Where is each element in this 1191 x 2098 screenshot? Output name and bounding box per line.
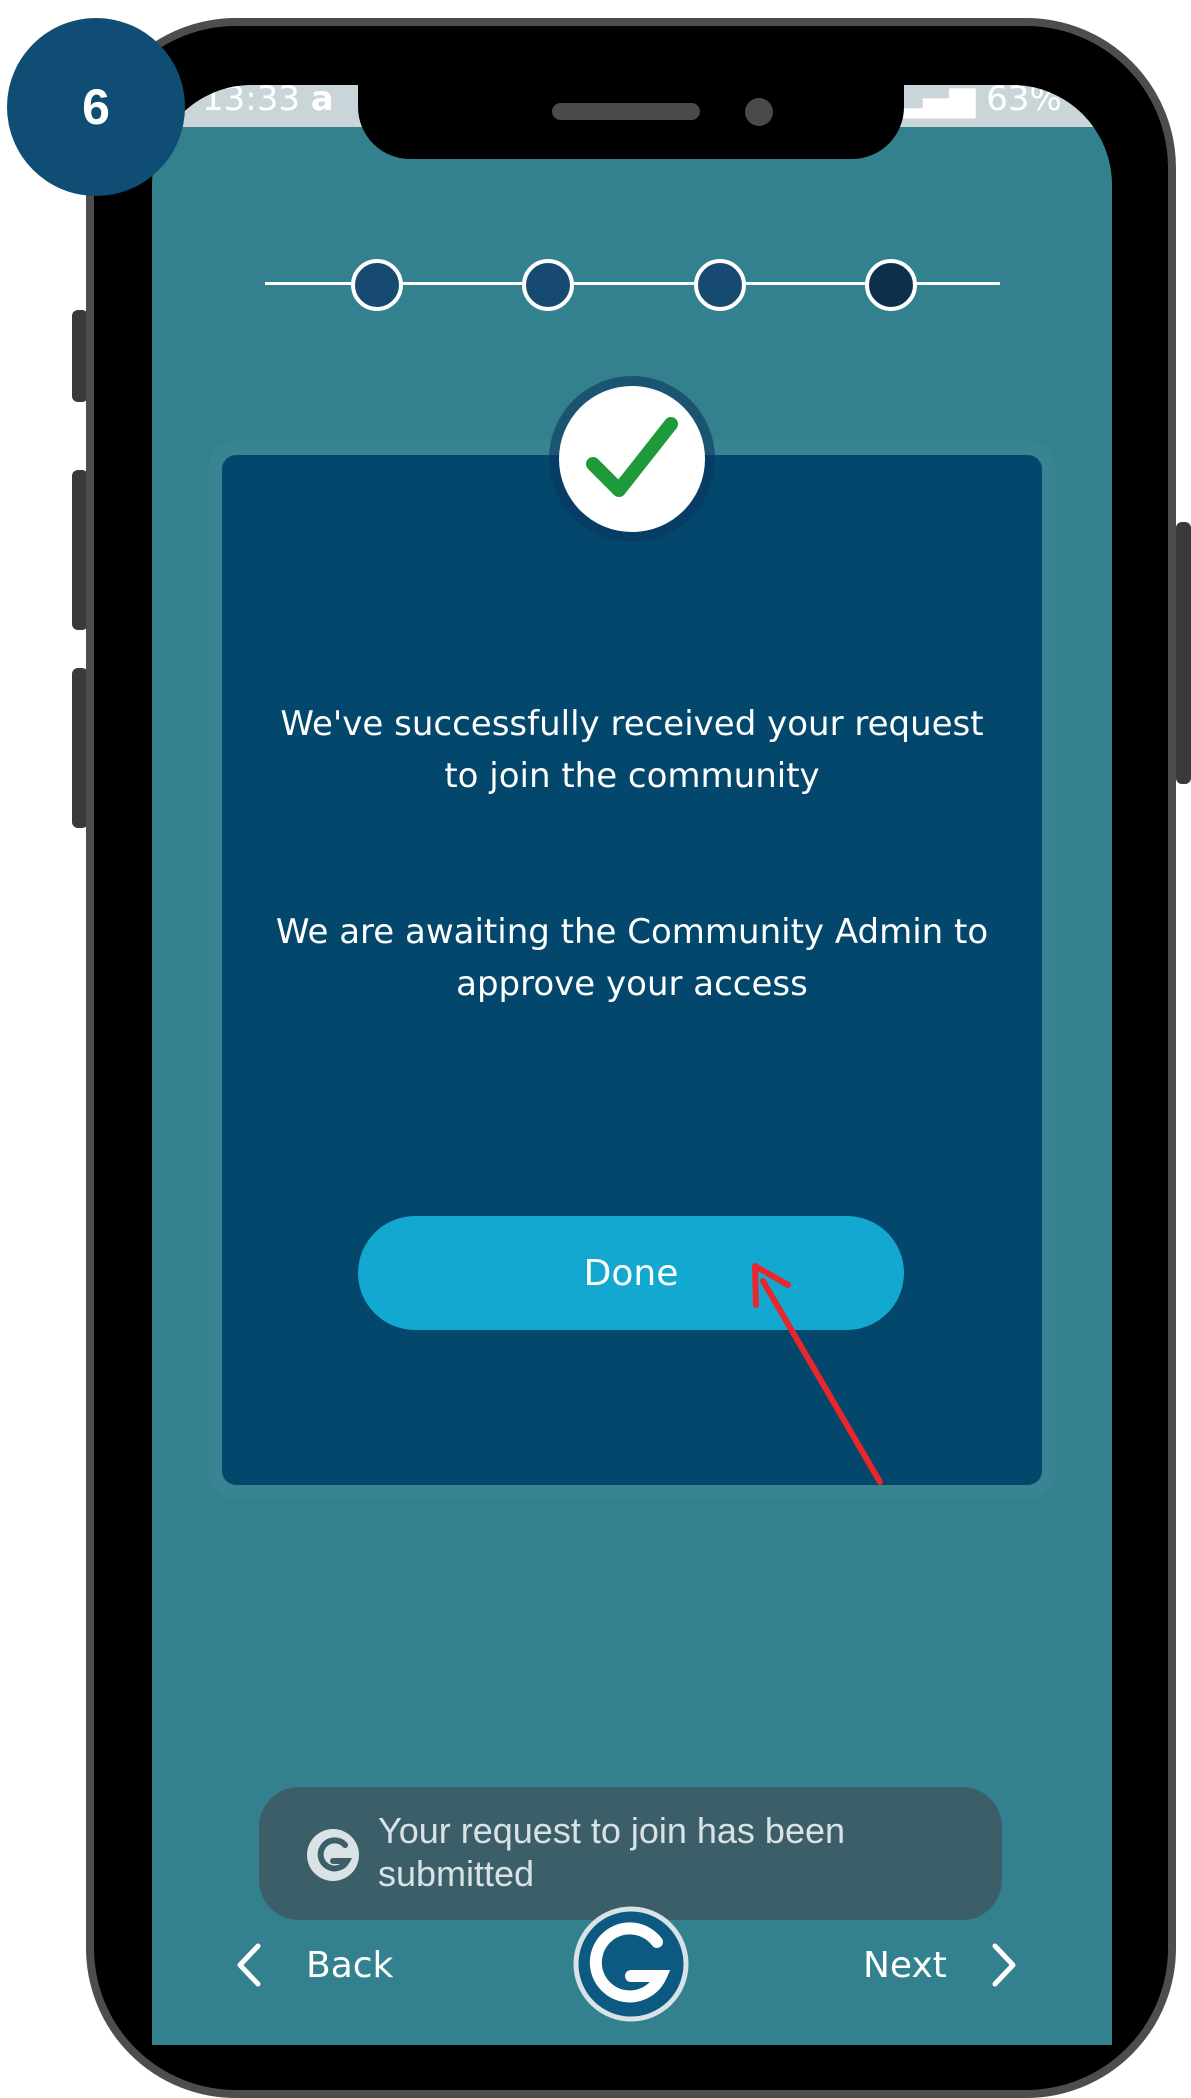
app-logo-icon — [307, 1829, 359, 1881]
back-button[interactable]: Back — [230, 1935, 393, 1995]
annotation-arrow — [752, 1263, 883, 1485]
next-button[interactable]: Next — [863, 1935, 1023, 1995]
toast-message-line2: submitted — [378, 1853, 535, 1894]
toast-message: Your request to join has been submitted — [378, 1809, 938, 1895]
next-label: Next — [863, 1944, 947, 1986]
chevron-left-icon — [237, 1943, 261, 1987]
app-logo-icon — [573, 1906, 689, 2022]
back-label: Back — [306, 1944, 394, 1986]
chevron-right-icon — [992, 1943, 1016, 1987]
toast-message-line1: Your request to join has been — [378, 1810, 846, 1851]
